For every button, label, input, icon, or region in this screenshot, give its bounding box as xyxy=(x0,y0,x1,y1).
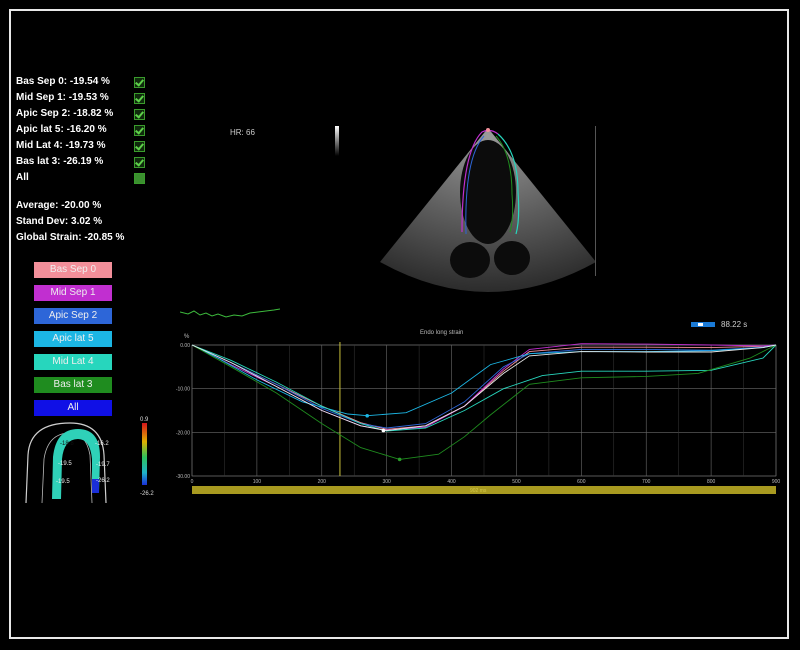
all-label: All xyxy=(16,172,29,183)
segment-strain-label: Bas lat 3: -26.19 % xyxy=(16,156,104,167)
ecg-trace xyxy=(180,308,280,318)
stand-dev: Stand Dev: 3.02 % xyxy=(16,216,103,227)
peak-strain-marker[interactable] xyxy=(381,428,386,433)
bullseye-value: -16.2 xyxy=(95,441,109,447)
segment-strain-label: Apic Sep 2: -18.82 % xyxy=(16,108,114,119)
legend-button-bas-lat-3[interactable]: Bas lat 3 xyxy=(34,377,112,393)
segment-checkbox[interactable] xyxy=(134,77,145,88)
depth-scale xyxy=(595,126,596,276)
segment-row: Apic Sep 2: -18.82 % xyxy=(16,106,146,122)
bullseye-value: -26.2 xyxy=(96,478,110,484)
all-checkbox[interactable] xyxy=(134,173,145,184)
x-tick-label: 300 xyxy=(382,479,391,485)
x-tick-label: 100 xyxy=(253,479,262,485)
segment-row: Bas Sep 0: -19.54 % xyxy=(16,74,146,90)
segment-row: Apic lat 5: -16.20 % xyxy=(16,122,146,138)
left-atrium-cavity xyxy=(450,242,490,278)
y-tick-label: -30.00 xyxy=(176,474,190,480)
y-tick-label: -10.00 xyxy=(176,387,190,393)
x-tick-label: 200 xyxy=(318,479,327,485)
left-ventricle-cavity xyxy=(460,140,516,244)
segment-row: Bas lat 3: -26.19 % xyxy=(16,154,146,170)
apex-marker[interactable] xyxy=(486,128,490,132)
legend-button-all[interactable]: All xyxy=(34,400,112,416)
bullseye-value: -19.5 xyxy=(56,479,70,485)
segment-row: Mid Lat 4: -19.73 % xyxy=(16,138,146,154)
segment-checkbox[interactable] xyxy=(134,141,145,152)
segment-row-all: All xyxy=(16,170,146,186)
segment-checkbox[interactable] xyxy=(134,157,145,168)
segment-checkbox[interactable] xyxy=(134,93,145,104)
legend-button-mid-sep-1[interactable]: Mid Sep 1 xyxy=(34,285,112,301)
y-tick-label: 0.00 xyxy=(180,343,190,349)
scale-min-label: -26.2 xyxy=(140,491,154,497)
grayscale-indicator xyxy=(335,126,339,156)
segment-strain-label: Bas Sep 0: -19.54 % xyxy=(16,76,110,87)
y-tick-label: -20.00 xyxy=(176,430,190,436)
segment-strain-label: Apic lat 5: -16.20 % xyxy=(16,124,107,135)
heart-rate: HR: 66 xyxy=(230,128,255,137)
x-tick-label: 600 xyxy=(577,479,586,485)
segment-strain-label: Mid Sep 1: -19.53 % xyxy=(16,92,109,103)
segment-legend: Bas Sep 0 Mid Sep 1 Apic Sep 2 Apic lat … xyxy=(34,262,112,423)
x-tick-label: 800 xyxy=(707,479,716,485)
x-tick-label: 0 xyxy=(191,479,194,485)
y-axis-label: % xyxy=(184,334,190,340)
x-tick-label: 500 xyxy=(512,479,521,485)
segment-strain-label: Mid Lat 4: -19.73 % xyxy=(16,140,106,151)
time-readout: 88.22 s xyxy=(721,320,748,329)
segment-checkbox[interactable] xyxy=(134,109,145,120)
timebar-label: 902 ms xyxy=(470,488,487,494)
legend-button-bas-sep-0[interactable]: Bas Sep 0 xyxy=(34,262,112,278)
legend-button-mid-lat-4[interactable]: Mid Lat 4 xyxy=(34,354,112,370)
right-atrium-cavity xyxy=(494,241,530,275)
bullseye-value: -18.8 xyxy=(60,441,74,447)
segment-row: Mid Sep 1: -19.53 % xyxy=(16,90,146,106)
bullseye-value: -19.7 xyxy=(96,462,110,468)
color-scale-bar xyxy=(142,423,147,485)
bullseye-value: -19.5 xyxy=(58,461,72,467)
average-strain: Average: -20.00 % xyxy=(16,200,102,211)
global-strain: Global Strain: -20.85 % xyxy=(16,232,125,243)
x-tick-label: 900 xyxy=(772,479,781,485)
x-tick-label: 700 xyxy=(642,479,651,485)
strain-summary: Average: -20.00 % Stand Dev: 3.02 % Glob… xyxy=(16,198,146,246)
x-tick-label: 400 xyxy=(447,479,456,485)
echocardiogram-view[interactable] xyxy=(370,122,610,302)
segment-checkbox[interactable] xyxy=(134,125,145,136)
strain-stats-panel: Bas Sep 0: -19.54 % Mid Sep 1: -19.53 % … xyxy=(16,74,146,246)
legend-button-apic-sep-2[interactable]: Apic Sep 2 xyxy=(34,308,112,324)
segmental-strain-map: -18.8 -16.2 -19.5 -19.7 -19.5 -26.2 0.9 … xyxy=(25,417,154,504)
cine-loop-marker[interactable] xyxy=(690,320,716,330)
scale-max-label: 0.9 xyxy=(140,417,149,423)
peak-strain-marker[interactable] xyxy=(365,413,369,418)
legend-button-apic-lat-5[interactable]: Apic lat 5 xyxy=(34,331,112,347)
peak-strain-marker[interactable] xyxy=(397,457,402,462)
strain-curve-chart[interactable]: % 0.00 -10.00 -20.00 -30.000 100 200 300 400 500… xyxy=(170,330,790,500)
